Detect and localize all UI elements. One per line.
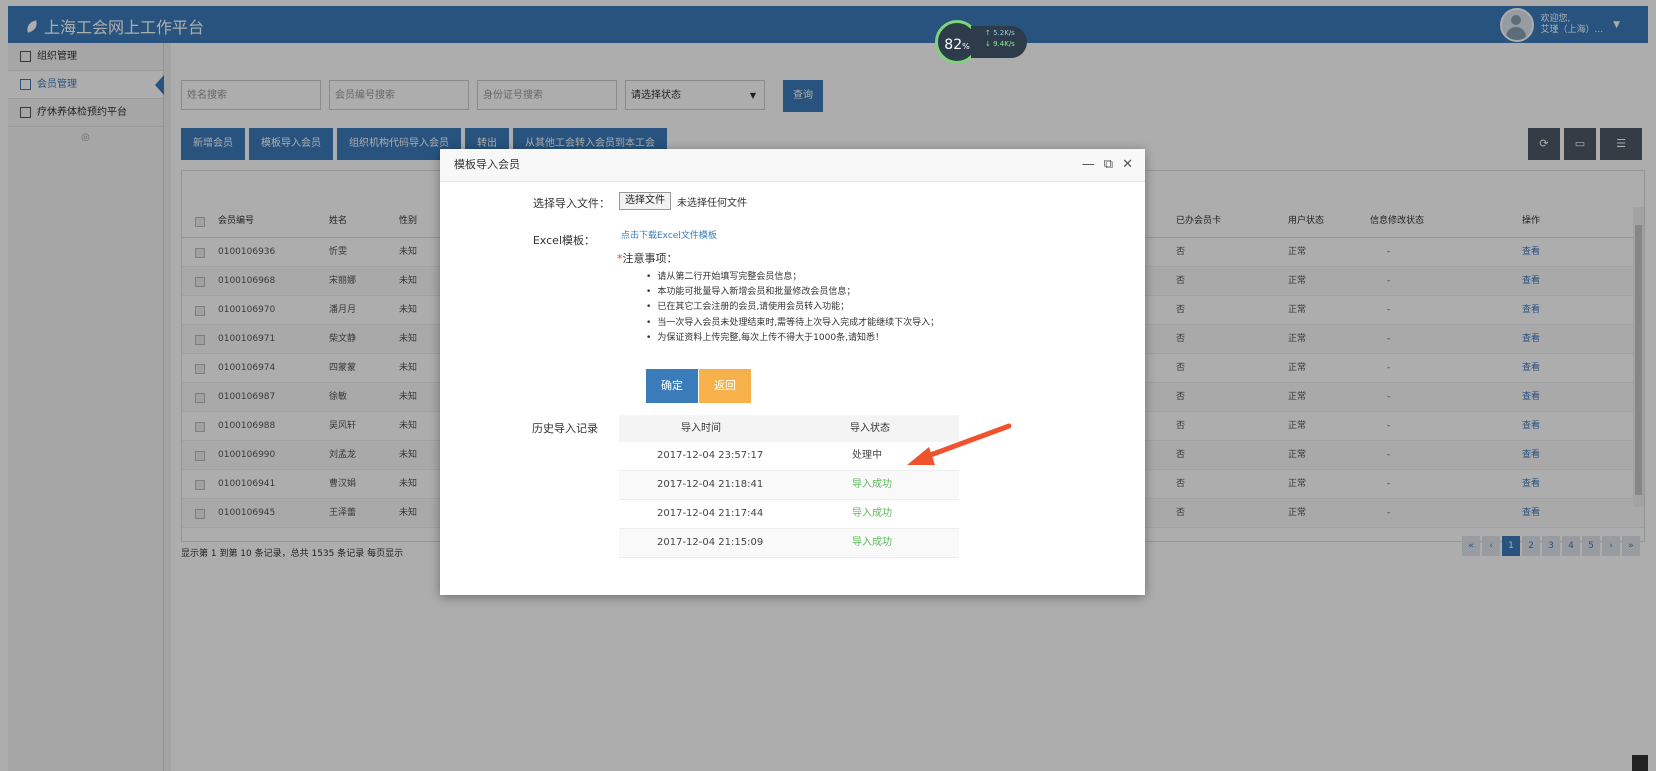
file-status: 未选择任何文件	[677, 198, 747, 209]
notice-list: 请从第二行开始填写完整会员信息； 本功能可批量导入新增会员和批量修改会员信息； …	[646, 270, 939, 346]
back-button[interactable]: 返回	[699, 369, 751, 403]
import-status: 导入成功	[852, 479, 892, 490]
speed-pill: ↑ 5.2K/s ↓ 9.4K/s	[971, 26, 1027, 58]
import-time: 2017-12-04 21:17:44	[657, 508, 764, 519]
import-time: 2017-12-04 23:57:17	[657, 450, 764, 461]
notice-item: 当一次导入会员未处理结束时,需等待上次导入完成才能继续下次导入；	[646, 316, 939, 331]
choose-file-button[interactable]: 选择文件	[619, 192, 671, 210]
notice-title: *注意事项：	[617, 252, 678, 265]
import-status: 导入成功	[852, 508, 892, 519]
col-import-status: 导入状态	[850, 423, 890, 434]
notice-item: 本功能可批量导入新增会员和批量修改会员信息；	[646, 285, 939, 300]
notice-item: 请从第二行开始填写完整会员信息；	[646, 270, 939, 285]
upload-speed: ↑ 5.2K/s	[985, 29, 1015, 37]
dialog-header: 模板导入会员 — ⧉ ✕	[440, 149, 1145, 182]
import-time: 2017-12-04 21:18:41	[657, 479, 764, 490]
history-row: 2017-12-04 21:15:09 导入成功	[619, 529, 959, 558]
import-time: 2017-12-04 21:15:09	[657, 537, 764, 548]
notice-item: 为保证资料上传完整,每次上传不得大于1000条,请知悉！	[646, 331, 939, 346]
import-dialog: 模板导入会员 — ⧉ ✕ 选择导入文件： 选择文件 未选择任何文件 Excel模…	[440, 149, 1145, 595]
col-import-time: 导入时间	[681, 423, 721, 434]
import-status: 导入成功	[852, 537, 892, 548]
maximize-icon[interactable]: ⧉	[1104, 149, 1113, 181]
red-arrow-annotation	[907, 423, 1012, 465]
minimize-icon[interactable]: —	[1082, 149, 1095, 181]
dialog-controls: — ⧉ ✕	[1082, 149, 1133, 181]
confirm-button[interactable]: 确定	[646, 369, 698, 403]
download-speed: ↓ 9.4K/s	[985, 40, 1015, 48]
notice-item: 已在其它工会注册的会员,请使用会员转入功能；	[646, 300, 939, 315]
import-status: 处理中	[852, 450, 882, 461]
history-label: 历史导入记录	[532, 422, 598, 435]
file-label: 选择导入文件：	[533, 197, 610, 210]
close-icon[interactable]: ✕	[1122, 149, 1133, 181]
history-row: 2017-12-04 21:17:44 导入成功	[619, 500, 959, 529]
template-label: Excel模板：	[532, 234, 595, 247]
dialog-title: 模板导入会员	[454, 158, 520, 171]
download-template-link[interactable]: 点击下载Excel文件模板	[621, 228, 717, 241]
history-row: 2017-12-04 21:18:41 导入成功	[619, 471, 959, 500]
